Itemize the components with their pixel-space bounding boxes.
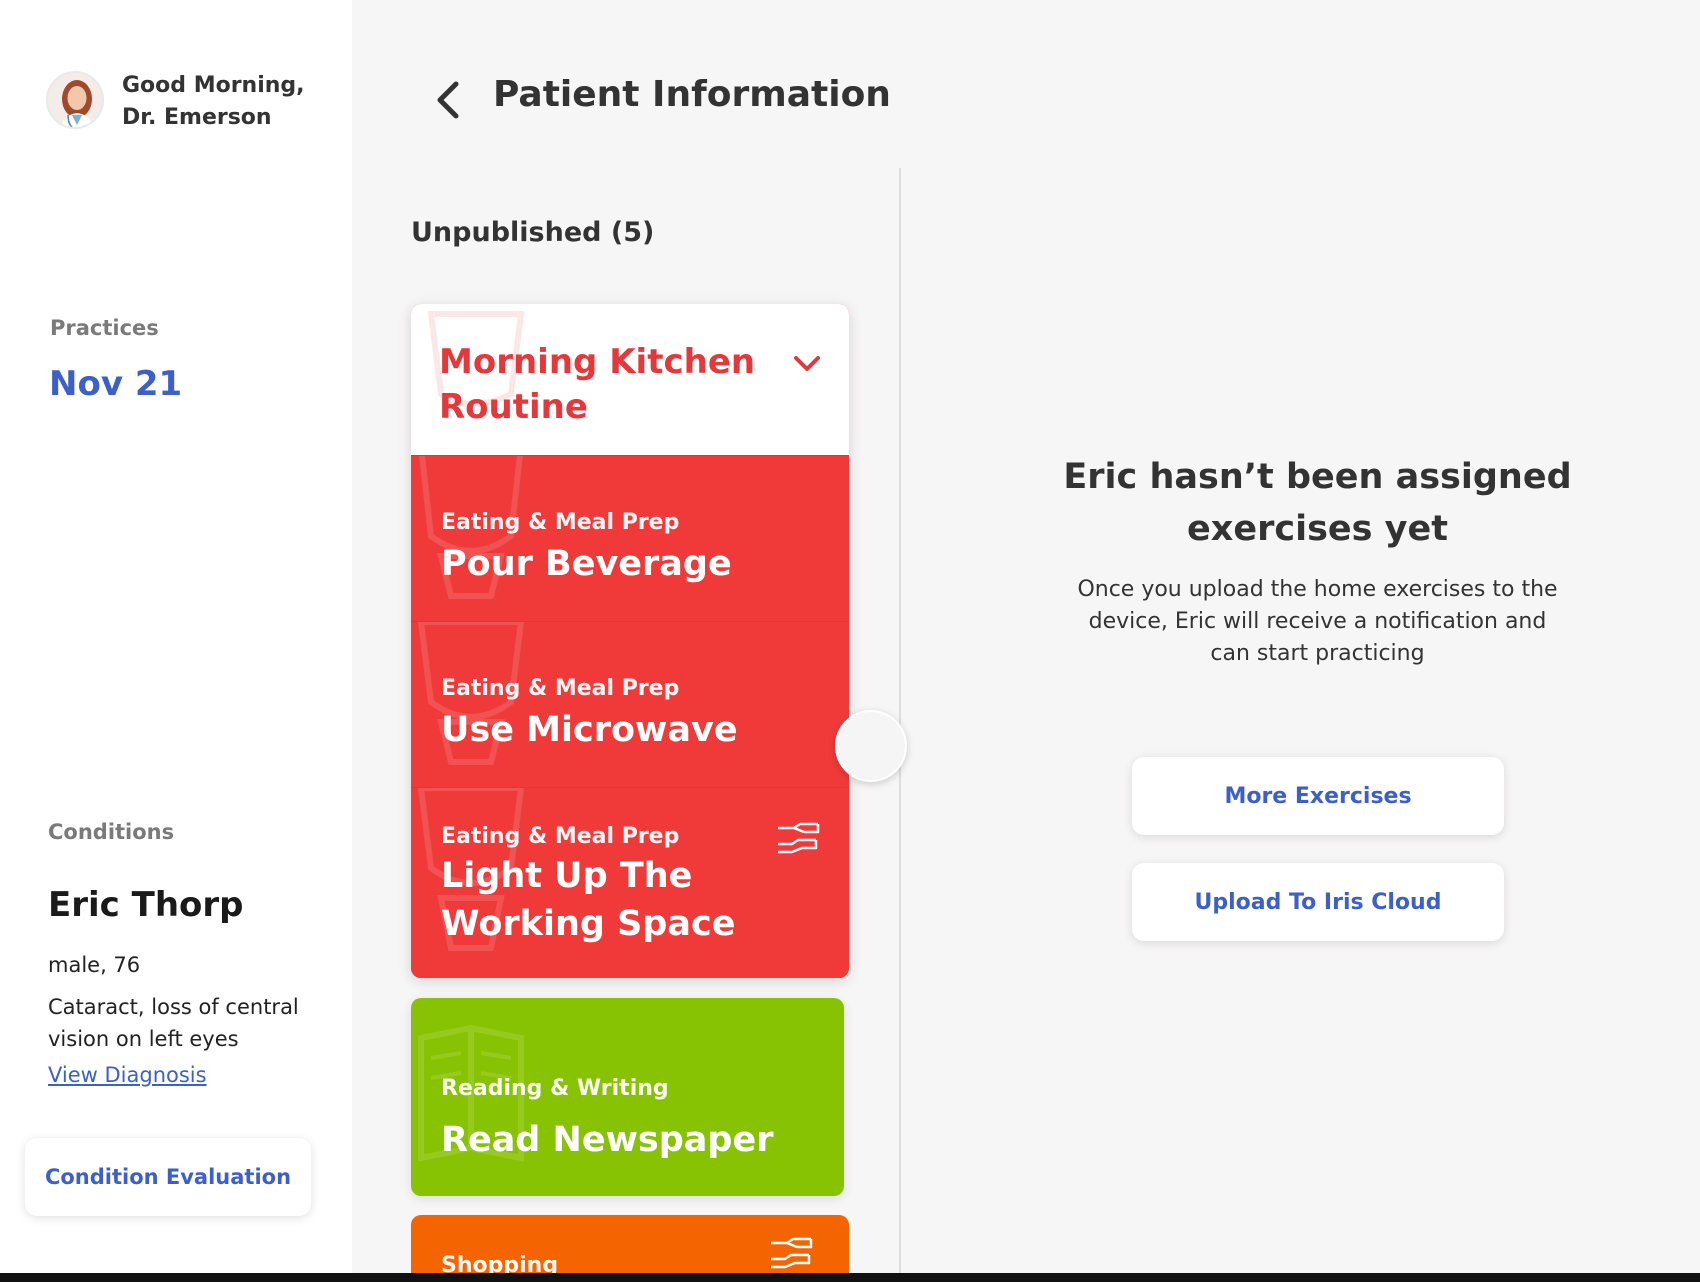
panel-divider xyxy=(899,168,901,1273)
exercise-card[interactable]: Reading & Writing Read Newspaper xyxy=(411,998,844,1196)
exercise-item[interactable]: Eating & Meal Prep Light Up The Working … xyxy=(411,787,849,978)
exercise-category: Eating & Meal Prep xyxy=(441,824,680,849)
greeting-line: Good Morning, xyxy=(122,73,305,98)
exercise-title: Read Newspaper xyxy=(441,1120,774,1160)
exercise-category: Eating & Meal Prep xyxy=(441,676,680,701)
chevron-down-icon xyxy=(794,356,820,371)
practices-label: Practices xyxy=(50,316,159,340)
practices-date[interactable]: Nov 21 xyxy=(49,364,182,404)
patient-gender-age: male, 76 xyxy=(48,953,141,977)
view-diagnosis-link[interactable]: View Diagnosis xyxy=(48,1063,207,1087)
routine-card: Morning Kitchen Routine Eating & Meal Pr… xyxy=(411,304,849,978)
chevron-left-icon xyxy=(437,81,459,119)
helping-hands-icon xyxy=(767,1235,817,1271)
unpublished-section-title: Unpublished (5) xyxy=(411,217,655,248)
doctor-avatar-icon xyxy=(48,73,102,127)
routine-title: Morning Kitchen Routine xyxy=(439,342,756,427)
condition-evaluation-button[interactable]: Condition Evaluation xyxy=(25,1138,311,1216)
exercise-item[interactable]: Eating & Meal Prep Pour Beverage xyxy=(411,455,849,621)
exercise-title: Pour Beverage xyxy=(441,544,732,584)
upload-to-iris-cloud-button[interactable]: Upload To Iris Cloud xyxy=(1132,863,1504,941)
doctor-name: Dr. Emerson xyxy=(122,105,272,130)
page-title: Patient Information xyxy=(493,74,891,115)
bottom-bar xyxy=(0,1273,1700,1282)
greeting: Good Morning, Dr. Emerson xyxy=(122,70,305,134)
exercise-category: Reading & Writing xyxy=(441,1076,669,1101)
bowl-watermark-icon xyxy=(417,622,525,765)
sidebar: Good Morning, Dr. Emerson Practices Nov … xyxy=(0,0,352,1273)
routine-expand-toggle[interactable] xyxy=(791,348,823,380)
helping-hands-icon xyxy=(774,820,824,856)
more-exercises-button[interactable]: More Exercises xyxy=(1132,757,1504,835)
avatar[interactable] xyxy=(46,71,104,129)
empty-state-title: Eric hasn’t been assigned exercises yet xyxy=(1063,457,1572,549)
exercise-title: Use Microwave xyxy=(441,710,738,750)
exercise-item[interactable]: Eating & Meal Prep Use Microwave xyxy=(411,621,849,787)
patient-condition: Cataract, loss of central vision on left… xyxy=(48,995,299,1051)
exercise-card[interactable]: Shopping xyxy=(411,1215,849,1282)
bowl-watermark-icon xyxy=(419,456,523,599)
exercise-category: Eating & Meal Prep xyxy=(441,510,680,535)
back-button[interactable] xyxy=(428,78,468,122)
drag-handle[interactable] xyxy=(835,710,907,782)
conditions-label: Conditions xyxy=(48,820,175,844)
empty-state-description: Once you upload the home exercises to th… xyxy=(1077,577,1558,666)
routine-header[interactable]: Morning Kitchen Routine xyxy=(411,304,849,455)
patient-name: Eric Thorp xyxy=(48,885,244,925)
exercise-title: Light Up The Working Space xyxy=(441,856,736,944)
